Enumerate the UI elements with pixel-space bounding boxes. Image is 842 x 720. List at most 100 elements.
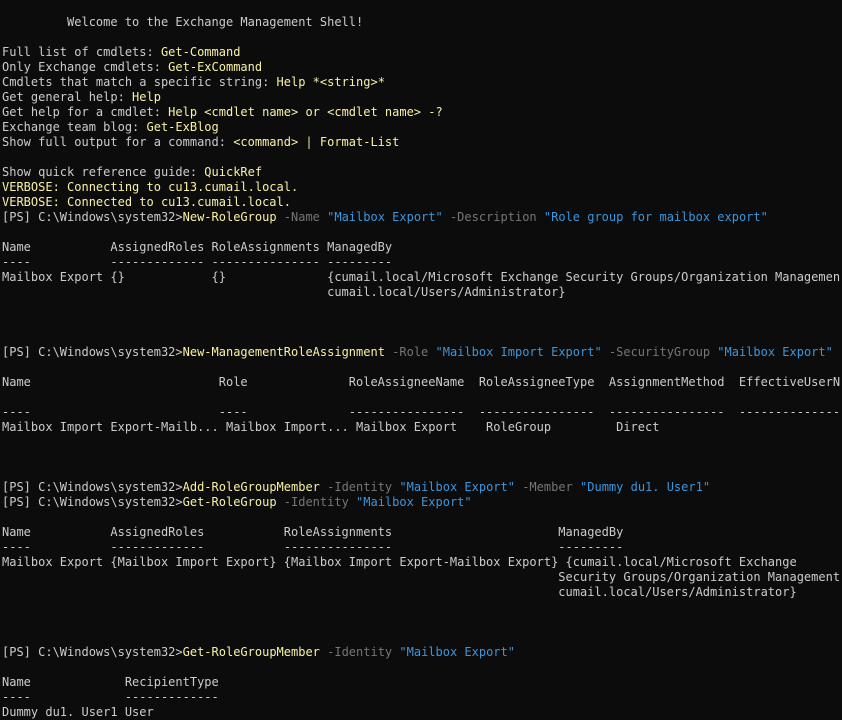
output-line: Name AssignedRoles RoleAssignments Manag…	[2, 240, 840, 255]
output-text: ---- ------------- --------------- -----…	[2, 255, 393, 269]
tip-label: Get general help:	[2, 90, 133, 104]
welcome-title-text: Welcome to the Exchange Management Shell…	[2, 15, 364, 29]
output-text: cumail.local/Users/Administrator}	[2, 285, 566, 299]
output-text: ---- ------------- --------------- -----…	[2, 540, 624, 554]
welcome-tip: Show full output for a command: <command…	[2, 135, 840, 150]
output-text: Mailbox Export {Mailbox Import Export} {…	[2, 555, 797, 569]
output-line: ---- ------------- --------------- -----…	[2, 540, 840, 555]
welcome-title: Welcome to the Exchange Management Shell…	[2, 15, 840, 30]
output-line: Security Groups/Organization Management,	[2, 570, 840, 585]
verbose-line: VERBOSE: Connected to cu13.cumail.local.	[2, 195, 840, 210]
tip-command: Get-Command	[160, 45, 241, 59]
output-line: cumail.local/Users/Administrator}	[2, 285, 840, 300]
command-line: [PS] C:\Windows\system32>Get-RoleGroup -…	[2, 495, 840, 510]
cmdlet-name: Get-RoleGroupMember	[182, 645, 320, 659]
output-text: Mailbox Import Export-Mailb... Mailbox I…	[2, 420, 660, 434]
prompt-text: [PS] C:\Windows\system32>	[2, 345, 183, 359]
prompt-text: [PS] C:\Windows\system32>	[2, 210, 183, 224]
prompt-text: [PS] C:\Windows\system32>	[2, 495, 183, 509]
output-line: Mailbox Import Export-Mailb... Mailbox I…	[2, 420, 840, 435]
tip-command: Get-ExBlog	[146, 120, 219, 134]
welcome-tip: Only Exchange cmdlets: Get-ExCommand	[2, 60, 840, 75]
output-line: Name AssignedRoles RoleAssignments Manag…	[2, 525, 840, 540]
output-line: ---- ------------- --------------- -----…	[2, 255, 840, 270]
parameter-value: "Mailbox Export"	[717, 345, 833, 359]
output-line: ---- ---- ---------------- -------------…	[2, 405, 840, 420]
output-line: Dummy du1. User1 User	[2, 705, 840, 720]
quickref-label: Show quick reference guide:	[2, 165, 205, 179]
verbose-text: VERBOSE: Connecting to cu13.cumail.local…	[2, 180, 299, 194]
parameter-value: "Mailbox Export"	[399, 480, 515, 494]
console-output[interactable]: Welcome to the Exchange Management Shell…	[2, 15, 840, 720]
output-line: Mailbox Export {} {} {cumail.local/Micro…	[2, 270, 840, 285]
welcome-tip: Get general help: Help	[2, 90, 840, 105]
parameter-name: -Identity	[276, 495, 357, 509]
welcome-tip: Full list of cmdlets: Get-Command	[2, 45, 840, 60]
quickref-command: QuickRef	[204, 165, 263, 179]
tip-command: Help <cmdlet name> or <cmdlet name> -?	[168, 105, 443, 119]
output-text: cumail.local/Users/Administrator}	[2, 585, 797, 599]
cmdlet-name: New-ManagementRoleAssignment	[182, 345, 385, 359]
output-text: Name RecipientType	[2, 675, 219, 689]
tip-label: Cmdlets that match a specific string:	[2, 75, 277, 89]
tip-command: Get-ExCommand	[168, 60, 263, 74]
parameter-value: "Mailbox Export"	[356, 495, 472, 509]
command-line: [PS] C:\Windows\system32>Add-RoleGroupMe…	[2, 480, 840, 495]
welcome-tip: Exchange team blog: Get-ExBlog	[2, 120, 840, 135]
parameter-name: -Role	[384, 345, 436, 359]
output-text: Dummy du1. User1 User	[2, 705, 154, 719]
cmdlet-name: Add-RoleGroupMember	[182, 480, 320, 494]
parameter-value: "Mailbox Import Export"	[435, 345, 602, 359]
tip-command: Help	[132, 90, 161, 104]
tip-command: <command> | Format-List	[233, 135, 400, 149]
parameter-name: -Identity	[319, 480, 400, 494]
prompt-text: [PS] C:\Windows\system32>	[2, 645, 183, 659]
parameter-name: -SecurityGroup	[601, 345, 718, 359]
output-line: Name RecipientType	[2, 675, 840, 690]
parameter-value: "Dummy du1. User1"	[580, 480, 711, 494]
verbose-line: VERBOSE: Connecting to cu13.cumail.local…	[2, 180, 840, 195]
output-text: Name AssignedRoles RoleAssignments Manag…	[2, 240, 393, 254]
output-text: ---- ---- ---------------- -------------…	[2, 405, 840, 419]
prompt-text: [PS] C:\Windows\system32>	[2, 480, 183, 494]
parameter-name: -Identity	[319, 645, 400, 659]
parameter-value: "Role group for mailbox export"	[543, 210, 768, 224]
tip-label: Full list of cmdlets:	[2, 45, 161, 59]
tip-label: Exchange team blog:	[2, 120, 147, 134]
output-text: Security Groups/Organization Management,	[2, 570, 840, 584]
parameter-name: -Description	[442, 210, 544, 224]
tip-label: Get help for a cmdlet:	[2, 105, 169, 119]
output-line: Mailbox Export {Mailbox Import Export} {…	[2, 555, 840, 570]
parameter-name: -Member	[514, 480, 581, 494]
command-line: [PS] C:\Windows\system32>Get-RoleGroupMe…	[2, 645, 840, 660]
command-line: [PS] C:\Windows\system32>New-ManagementR…	[2, 345, 840, 360]
parameter-value: "Mailbox Export"	[399, 645, 515, 659]
cmdlet-name: New-RoleGroup	[182, 210, 277, 224]
tip-command: Help *<string>*	[276, 75, 385, 89]
verbose-text: VERBOSE: Connected to cu13.cumail.local.	[2, 195, 291, 209]
output-text: Name AssignedRoles RoleAssignments Manag…	[2, 525, 624, 539]
tip-label: Show full output for a command:	[2, 135, 234, 149]
output-text: Name Role RoleAssigneeName RoleAssigneeT…	[2, 375, 840, 389]
output-text: ---- -------------	[2, 690, 219, 704]
output-line: cumail.local/Users/Administrator}	[2, 585, 840, 600]
parameter-value: "Mailbox Export"	[327, 210, 443, 224]
tip-label: Only Exchange cmdlets:	[2, 60, 169, 74]
output-line: Name Role RoleAssigneeName RoleAssigneeT…	[2, 375, 840, 390]
parameter-name: -Name	[276, 210, 328, 224]
welcome-tip: Cmdlets that match a specific string: He…	[2, 75, 840, 90]
